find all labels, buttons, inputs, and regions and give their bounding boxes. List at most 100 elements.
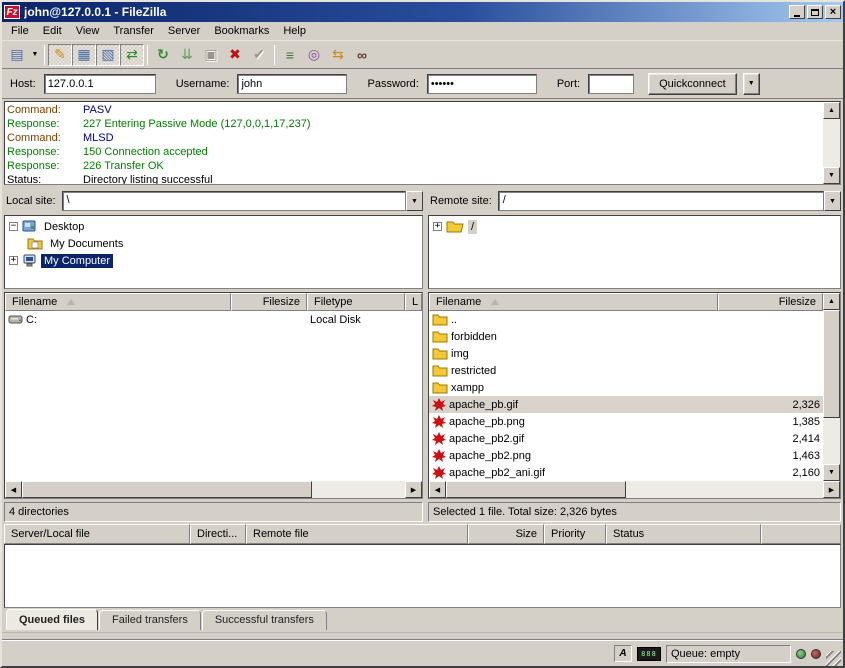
queue-list[interactable]	[4, 544, 841, 608]
scroll-down-icon[interactable]: ▼	[823, 464, 840, 481]
column-header-filesize[interactable]: Filesize	[718, 293, 823, 311]
log-line: Command: PASV	[7, 103, 821, 117]
menu-help[interactable]: Help	[276, 23, 313, 39]
menu-transfer[interactable]: Transfer	[106, 23, 161, 39]
menu-server[interactable]: Server	[161, 23, 207, 39]
find-files-button[interactable]: ∞	[350, 44, 374, 66]
tree-item-label: My Computer	[41, 254, 113, 268]
log-vertical-scrollbar[interactable]: ▲ ▼	[823, 102, 840, 184]
site-manager-button[interactable]: ▤	[5, 44, 29, 66]
resize-grip[interactable]	[826, 651, 841, 666]
tab-failed-transfers[interactable]: Failed transfers	[99, 610, 201, 630]
remote-file-row[interactable]: forbidden	[429, 328, 823, 345]
column-header-priority[interactable]: Priority	[544, 524, 606, 544]
data-type-indicator-icon[interactable]: A	[614, 645, 632, 662]
tab-queued-files[interactable]: Queued files	[6, 609, 98, 630]
toggle-queue-button[interactable]: ⇄	[120, 44, 144, 66]
tree-item-desktop[interactable]: − Desktop	[9, 218, 422, 235]
quickconnect-dropdown[interactable]: ▼	[743, 73, 760, 95]
file-size: 2,414	[792, 433, 820, 445]
toggle-local-tree-button[interactable]: ▦	[72, 44, 96, 66]
folder-icon	[432, 347, 448, 360]
remote-file-row-selected[interactable]: apache_pb.gif 2,326	[429, 396, 823, 413]
scroll-up-icon[interactable]: ▲	[823, 293, 840, 310]
password-input[interactable]	[427, 74, 537, 94]
scrollbar-thumb[interactable]	[22, 481, 312, 498]
remote-file-row[interactable]: restricted	[429, 362, 823, 379]
scrollbar-thumb[interactable]	[446, 481, 626, 498]
synchronized-browsing-button[interactable]: ⇆	[326, 44, 350, 66]
remote-site-value[interactable]: /	[498, 191, 824, 211]
tree-item-root[interactable]: + /	[433, 218, 840, 235]
close-button[interactable]: ×	[825, 5, 841, 19]
scroll-right-icon[interactable]: ▶	[823, 481, 840, 498]
disconnect-button[interactable]: ✖	[223, 44, 247, 66]
remote-vertical-scrollbar[interactable]: ▲ ▼	[823, 293, 840, 481]
menu-view[interactable]: View	[69, 23, 107, 39]
menu-file[interactable]: File	[4, 23, 36, 39]
tree-item-my-documents[interactable]: My Documents	[9, 235, 422, 252]
remote-file-row[interactable]: apache_pb.png 1,385	[429, 413, 823, 430]
menu-edit[interactable]: Edit	[36, 23, 69, 39]
remote-horizontal-scrollbar[interactable]: ◀ ▶	[429, 481, 840, 498]
column-header-filename[interactable]: Filename	[429, 293, 718, 311]
menu-bookmarks[interactable]: Bookmarks	[207, 23, 276, 39]
local-file-row[interactable]: C: Local Disk	[5, 311, 422, 328]
remote-file-row[interactable]: ..	[429, 311, 823, 328]
local-horizontal-scrollbar[interactable]: ◀ ▶	[5, 481, 422, 498]
host-input[interactable]	[44, 74, 156, 94]
column-header-filesize[interactable]: Filesize	[231, 293, 307, 311]
combo-dropdown-icon[interactable]: ▼	[824, 191, 841, 211]
tree-item-my-computer[interactable]: + My Computer	[9, 252, 422, 269]
expand-icon[interactable]: +	[433, 222, 442, 231]
maximize-button[interactable]	[807, 5, 823, 19]
toggle-remote-tree-button[interactable]: ▧	[96, 44, 120, 66]
column-header-direction[interactable]: Directi...	[190, 524, 246, 544]
combo-dropdown-icon[interactable]: ▼	[406, 191, 423, 211]
column-header-remote-file[interactable]: Remote file	[246, 524, 468, 544]
process-queue-button[interactable]: ⇊	[175, 44, 199, 66]
remote-file-row[interactable]: apache_pb2_ani.gif 2,160	[429, 464, 823, 481]
expand-icon[interactable]: +	[9, 256, 18, 265]
scroll-right-icon[interactable]: ▶	[405, 481, 422, 498]
column-header-size[interactable]: Size	[468, 524, 544, 544]
scroll-up-icon[interactable]: ▲	[823, 102, 840, 119]
column-header-last-modified[interactable]: L	[405, 293, 422, 311]
reconnect-button[interactable]: ✔	[247, 44, 271, 66]
file-name: apache_pb.png	[449, 416, 525, 428]
toggle-message-log-button[interactable]: ✎	[48, 44, 72, 66]
local-site-combo[interactable]: \ ▼	[62, 191, 423, 211]
remote-file-row[interactable]: img	[429, 345, 823, 362]
scroll-down-icon[interactable]: ▼	[823, 167, 840, 184]
scroll-left-icon[interactable]: ◀	[5, 481, 22, 498]
site-manager-dropdown[interactable]: ▼	[29, 44, 41, 66]
file-name: forbidden	[451, 331, 497, 343]
port-input[interactable]	[588, 74, 634, 94]
username-input[interactable]	[237, 74, 347, 94]
scroll-left-icon[interactable]: ◀	[429, 481, 446, 498]
binoculars-icon: ∞	[357, 47, 367, 63]
local-site-value[interactable]: \	[62, 191, 406, 211]
column-header-server-local-file[interactable]: Server/Local file	[4, 524, 190, 544]
remote-file-row[interactable]: xampp	[429, 379, 823, 396]
collapse-icon[interactable]: −	[9, 222, 18, 231]
remote-file-row[interactable]: apache_pb2.gif 2,414	[429, 430, 823, 447]
column-header-filename[interactable]: Filename	[5, 293, 231, 311]
column-header-filetype[interactable]: Filetype	[307, 293, 405, 311]
tab-successful-transfers[interactable]: Successful transfers	[202, 610, 327, 630]
app-icon: Fz	[4, 5, 20, 19]
directory-comparison-button[interactable]: ◎	[302, 44, 326, 66]
sync-browsing-icon: ⇆	[332, 46, 344, 63]
cancel-button[interactable]: ▣	[199, 44, 223, 66]
remote-file-row[interactable]: apache_pb2.png 1,463	[429, 447, 823, 464]
process-queue-icon: ⇊	[181, 46, 193, 63]
filter-button[interactable]: ≡	[278, 44, 302, 66]
speed-limit-icon[interactable]: 888	[637, 647, 661, 661]
quickconnect-button[interactable]: Quickconnect	[648, 73, 737, 95]
scrollbar-thumb[interactable]	[823, 310, 840, 418]
minimize-button[interactable]	[789, 5, 805, 19]
refresh-button[interactable]: ↻	[151, 44, 175, 66]
sort-ascending-icon	[67, 299, 75, 305]
column-header-status[interactable]: Status	[606, 524, 761, 544]
remote-site-combo[interactable]: / ▼	[498, 191, 841, 211]
